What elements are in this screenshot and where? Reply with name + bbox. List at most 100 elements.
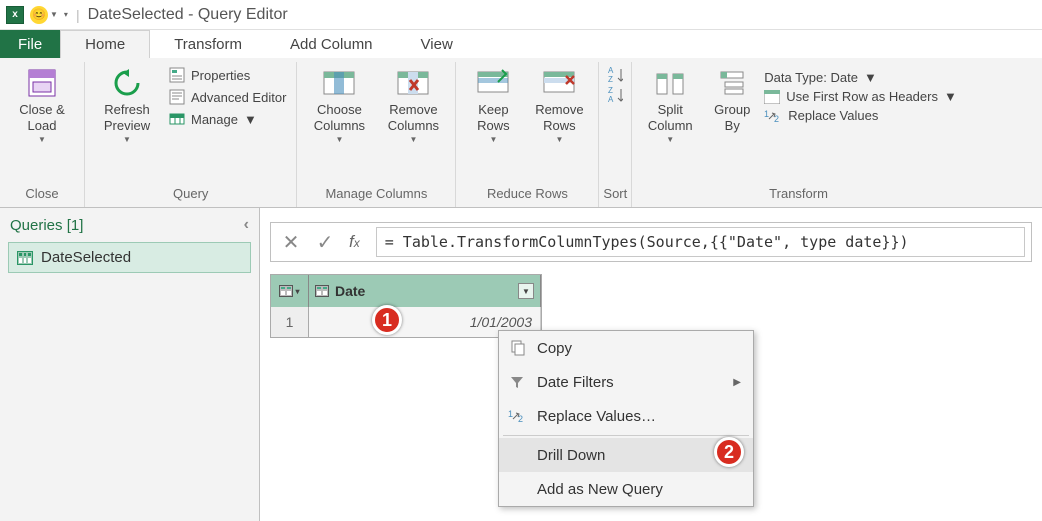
replace-values-button[interactable]: 12 Replace Values [764,108,957,123]
dropdown-arrow-icon: ▼ [244,112,257,127]
query-item-label: DateSelected [41,249,131,266]
query-item-dateselected[interactable]: DateSelected [8,242,251,273]
manage-icon [169,111,185,127]
menu-date-filters[interactable]: Date Filters ▶ [499,365,753,399]
close-load-label: Close & Load [19,102,65,135]
formula-cancel-button[interactable]: ✕ [277,228,305,256]
manage-label: Manage [191,112,238,127]
remove-columns-button[interactable]: Remove Columns ▼ [379,66,447,145]
keep-rows-button[interactable]: Keep Rows ▼ [464,66,522,145]
data-type-button[interactable]: Data Type: Date ▼ [764,70,957,85]
advanced-editor-button[interactable]: Advanced Editor [167,88,288,106]
first-row-label: Use First Row as Headers [786,89,938,104]
choose-columns-label: Choose Columns [314,102,365,135]
split-column-button[interactable]: Split Column ▼ [640,66,700,145]
replace-values-label: Replace Values [788,108,878,123]
dropdown-arrow-icon: ▼ [123,135,131,145]
queries-pane-title: Queries [1] [10,217,83,234]
dropdown-arrow-icon: ▼ [38,135,46,145]
group-label-query: Query [173,182,208,207]
qa-customize-icon[interactable]: ▾ [64,10,68,19]
group-label-transform: Transform [769,182,828,207]
tab-home[interactable]: Home [60,30,150,58]
qa-dropdown-icon[interactable]: ▼ [50,10,58,19]
window-title: DateSelected - Query Editor [88,6,288,24]
menu-separator [503,435,749,436]
refresh-icon [110,66,144,100]
callout-badge-1: 1 [372,305,402,335]
refresh-label: Refresh Preview [104,102,150,135]
sort-desc-button[interactable]: ZA [605,86,625,104]
remove-columns-label: Remove Columns [388,102,439,135]
menu-replace-values[interactable]: 12 Replace Values… [499,399,753,433]
submenu-arrow-icon: ▶ [733,377,741,388]
split-column-icon [653,66,687,100]
replace-values-icon: 12 [507,409,527,423]
first-row-headers-button[interactable]: Use First Row as Headers ▼ [764,89,957,104]
close-and-load-button[interactable]: Close & Load ▼ [8,66,76,145]
svg-text:1: 1 [764,109,769,119]
menu-copy-label: Copy [537,340,741,357]
row-index-cell: 1 [271,307,309,337]
group-label-close: Close [25,182,58,207]
dropdown-arrow-icon: ▼ [409,135,417,145]
dropdown-arrow-icon: ▼ [864,70,877,85]
titlebar-separator: | [76,7,80,23]
formula-input[interactable]: = Table.TransformColumnTypes(Source,{{"D… [376,227,1025,257]
svg-text:A: A [608,95,614,104]
svg-text:Z: Z [608,75,613,84]
split-column-label: Split Column [648,102,693,135]
group-label-sort: Sort [603,182,627,207]
choose-columns-icon [322,66,356,100]
group-by-label: Group By [714,102,750,135]
group-by-icon [715,66,749,100]
choose-columns-button[interactable]: Choose Columns ▼ [305,66,373,145]
menu-drill-down-label: Drill Down [537,447,741,464]
properties-button[interactable]: Properties [167,66,288,84]
properties-icon [169,67,185,83]
advanced-editor-icon [169,89,185,105]
remove-columns-icon [396,66,430,100]
svg-text:Z: Z [608,86,613,95]
replace-values-icon: 12 [764,109,782,123]
dropdown-arrow-icon: ▼ [666,135,674,145]
data-grid: ▾ Date ▼ 1 1/01/2003 [270,274,542,338]
refresh-preview-button[interactable]: Refresh Preview ▼ [93,66,161,145]
remove-rows-icon [542,66,576,100]
table-corner-button[interactable]: ▾ [271,275,309,307]
context-menu: Copy Date Filters ▶ 12 Replace Values… D… [498,330,754,507]
column-type-icon [315,285,329,297]
dropdown-arrow-icon: ▼ [335,135,343,145]
funnel-icon [507,374,527,390]
tab-add-column[interactable]: Add Column [266,30,397,58]
dropdown-arrow-icon: ▼ [555,135,563,145]
remove-rows-button[interactable]: Remove Rows ▼ [528,66,590,145]
sort-asc-icon: AZ [607,67,623,83]
smiley-icon[interactable]: 😊 [30,6,48,24]
group-by-button[interactable]: Group By [706,66,758,135]
column-filter-dropdown[interactable]: ▼ [518,283,534,299]
tab-file[interactable]: File [0,30,60,58]
tab-view[interactable]: View [397,30,477,58]
callout-badge-2: 2 [714,437,744,467]
fx-icon[interactable]: fx [349,232,360,252]
advanced-editor-label: Advanced Editor [191,90,286,105]
menu-date-filters-label: Date Filters [537,374,723,391]
excel-app-icon: x [6,6,24,24]
menu-add-new-query-label: Add as New Query [537,481,741,498]
dropdown-arrow-icon: ▼ [489,135,497,145]
tab-transform[interactable]: Transform [150,30,266,58]
keep-rows-label: Keep Rows [477,102,510,135]
sort-asc-button[interactable]: AZ [605,66,625,84]
properties-label: Properties [191,68,250,83]
formula-accept-button[interactable]: ✓ [311,228,339,256]
menu-add-new-query[interactable]: Add as New Query [499,472,753,506]
group-label-reduce-rows: Reduce Rows [487,182,568,207]
menu-copy[interactable]: Copy [499,331,753,365]
group-label-manage-columns: Manage Columns [325,182,427,207]
collapse-pane-icon[interactable]: ‹ [244,216,249,234]
keep-rows-icon [476,66,510,100]
column-header-date[interactable]: Date ▼ [309,275,541,307]
sort-desc-icon: ZA [607,87,623,103]
manage-button[interactable]: Manage ▼ [167,110,288,128]
